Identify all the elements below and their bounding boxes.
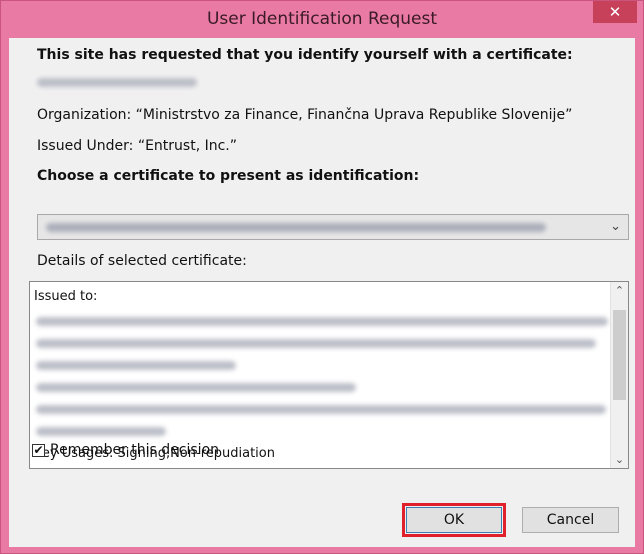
issued-under-text: Issued Under: “Entrust, Inc.” <box>37 138 238 154</box>
choose-certificate-label: Choose a certificate to present as ident… <box>37 168 420 184</box>
remember-label[interactable]: Remember this decision <box>50 442 219 458</box>
details-label: Details of selected certificate: <box>37 253 247 269</box>
certificate-select[interactable]: ⌄ <box>37 214 629 240</box>
chevron-down-icon[interactable]: ⌄ <box>611 451 628 468</box>
organization-text: Organization: “Ministrstvo za Finance, F… <box>37 107 573 123</box>
details-scrollbar[interactable]: ⌃ ⌄ <box>610 282 628 468</box>
certificate-name-redacted <box>46 223 546 232</box>
certificate-details-box[interactable]: Issued to: Key Usages: Signing,Non-repud… <box>29 281 629 469</box>
chevron-down-icon: ⌄ <box>610 219 621 234</box>
close-icon: ✕ <box>608 3 622 21</box>
cancel-button[interactable]: Cancel <box>522 507 619 533</box>
site-host-redacted <box>37 78 197 87</box>
dialog-window: User Identification Request ✕ This site … <box>0 0 644 554</box>
issued-to-label: Issued to: <box>34 289 98 304</box>
details-line-redacted <box>36 427 166 436</box>
details-line-redacted <box>36 383 356 392</box>
details-line-redacted <box>36 405 606 414</box>
close-button[interactable]: ✕ <box>593 1 637 23</box>
details-line-redacted <box>36 361 236 370</box>
ok-button[interactable]: OK <box>406 507 502 533</box>
dialog-body: This site has requested that you identif… <box>9 38 635 547</box>
title-bar[interactable]: User Identification Request ✕ <box>1 1 643 38</box>
chevron-up-icon[interactable]: ⌃ <box>611 282 628 299</box>
details-line-redacted <box>36 339 596 348</box>
scroll-thumb[interactable] <box>613 310 626 400</box>
request-heading: This site has requested that you identif… <box>37 47 573 63</box>
details-line-redacted <box>36 317 608 326</box>
dialog-title: User Identification Request <box>206 9 438 29</box>
checkmark-icon: ✔ <box>33 443 44 457</box>
remember-checkbox[interactable]: ✔ <box>32 444 45 457</box>
